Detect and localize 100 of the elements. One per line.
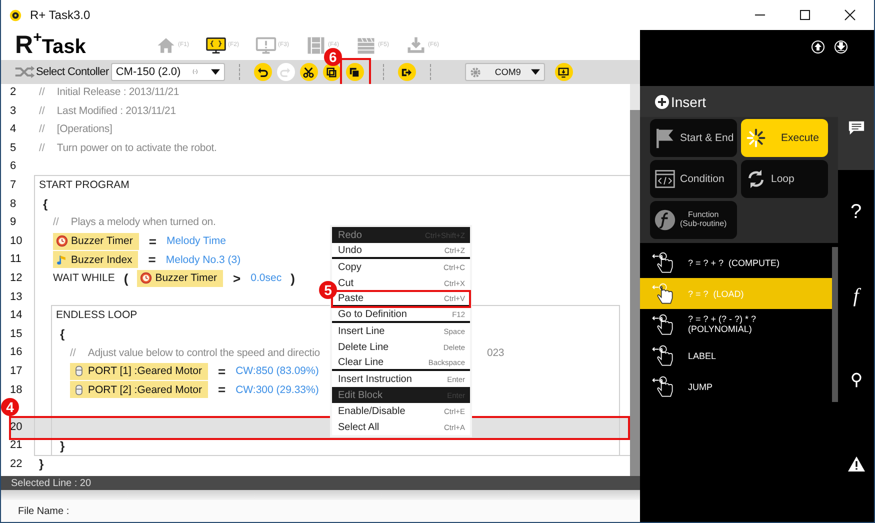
instruction-item[interactable]: ? = ? + ? (COMPUTE) — [640, 247, 832, 278]
timer-icon — [140, 272, 152, 284]
hand-pointer-icon — [652, 312, 674, 338]
comment-marker: // — [53, 216, 59, 228]
category-button[interactable]: Start & End — [650, 119, 737, 157]
brace: } — [39, 457, 44, 472]
music-note-icon — [56, 254, 68, 266]
variable-name: Buzzer Timer — [71, 235, 133, 248]
operator: = — [148, 252, 156, 268]
line-number: 10 — [10, 234, 22, 247]
hand-pointer-icon — [652, 342, 674, 368]
maximize-icon[interactable] — [799, 9, 811, 21]
variable-name: Buzzer Timer — [155, 272, 218, 284]
line-number: 12 — [10, 272, 22, 284]
panel-title: Insert — [671, 94, 706, 110]
port-dropdown[interactable]: COM9 — [464, 63, 545, 81]
operator: = — [148, 234, 156, 249]
block-title[interactable]: ENDLESS LOOP — [56, 309, 138, 322]
line-number: 5 — [10, 142, 16, 154]
function-icon — [654, 209, 676, 231]
line-number: 18 — [10, 384, 22, 396]
variable-chip[interactable]: PORT [2] :Geared Motor — [70, 381, 208, 398]
timer-icon — [56, 235, 68, 248]
variable-chip[interactable]: PORT [1] :Geared Motor — [70, 362, 208, 380]
caret-icon — [210, 69, 220, 75]
monitor-icon — [205, 36, 227, 54]
line-number: 15 — [10, 328, 22, 340]
line-number: 3 — [10, 104, 16, 117]
caret-icon — [530, 69, 540, 75]
comment-text: Initial Release : 2013/11/21 — [56, 86, 180, 98]
comment-text: Adjust value below to control the speed and directio — [88, 346, 320, 359]
spinner-icon — [745, 127, 767, 149]
download-icon[interactable] — [834, 40, 848, 54]
side-tab[interactable] — [838, 86, 874, 170]
monitor-button[interactable] — [554, 63, 573, 81]
monitor-icon — [558, 66, 570, 78]
block-title[interactable]: START PROGRAM — [39, 179, 130, 192]
hand-pointer-icon — [652, 280, 674, 306]
scrollbar[interactable] — [630, 84, 640, 476]
step-badge: 5 — [319, 281, 337, 299]
undo-icon — [257, 66, 268, 78]
line-number: 2 — [10, 86, 16, 98]
film-icon — [305, 36, 327, 54]
line-number: 21 — [10, 439, 22, 452]
category-button[interactable]: Loop — [741, 160, 828, 198]
line-number: 4 — [10, 123, 16, 136]
brace: } — [60, 438, 65, 453]
line-number: 9 — [10, 216, 16, 228]
variable-chip[interactable]: Buzzer Index — [53, 251, 138, 268]
comment-marker: // — [39, 123, 45, 136]
comment-marker: // — [39, 86, 45, 98]
file-name-label: File Name : — [18, 506, 70, 516]
warning-icon — [848, 456, 864, 472]
home-icon — [155, 36, 177, 54]
status-text: Selected Line : 20 — [11, 478, 92, 488]
comment-icon — [848, 120, 864, 136]
variable-chip[interactable]: Buzzer Timer — [137, 270, 224, 287]
instruction-item[interactable]: ? = ? + (? - ?) * ? (POLYNOMIAL) — [640, 309, 832, 340]
undo-button[interactable] — [254, 63, 272, 81]
motor-icon — [73, 384, 85, 396]
hand-pointer-icon — [652, 250, 674, 276]
controller-label: Select Contoller — [36, 66, 109, 78]
parenthesis: ( — [124, 270, 128, 286]
operator: = — [218, 364, 226, 379]
comment-text: 023 — [487, 346, 504, 359]
clapperboard-icon — [355, 36, 377, 54]
variable-chip[interactable]: Buzzer Timer — [53, 232, 139, 250]
category-button[interactable]: Function (Sub-routine) — [650, 201, 737, 239]
download-icon — [405, 36, 427, 54]
shuffle-icon — [14, 65, 36, 79]
category-button[interactable]: Execute — [741, 119, 828, 157]
monitor-icon — [255, 36, 277, 54]
copy-button[interactable] — [322, 63, 341, 81]
category-button[interactable]: Condition — [650, 160, 737, 198]
comment-text: Turn power on to activate the robot. — [56, 142, 217, 154]
side-tab[interactable]: ? — [838, 170, 874, 254]
line-number: 13 — [10, 290, 22, 303]
keyword: WAIT WHILE — [53, 272, 115, 284]
export-icon — [401, 66, 412, 78]
line-number: 11 — [10, 253, 22, 266]
brace: { — [43, 196, 48, 211]
close-icon[interactable] — [844, 9, 856, 21]
logo: R+Task — [15, 32, 87, 58]
instruction-item[interactable]: JUMP — [640, 371, 832, 402]
cut-button[interactable] — [300, 63, 318, 81]
line-number: 22 — [10, 458, 22, 470]
line-number: 17 — [10, 364, 22, 377]
app-icon — [9, 8, 22, 22]
side-tab[interactable]: f — [838, 254, 874, 338]
comment-text: Plays a melody when turned on. — [70, 216, 216, 228]
export-button[interactable] — [398, 63, 416, 81]
comment-marker: // — [39, 104, 45, 117]
comment-text: Last Modified : 2013/11/21 — [56, 104, 176, 117]
upload-icon[interactable] — [811, 40, 825, 54]
gear-icon — [470, 66, 481, 78]
paste-button[interactable] — [346, 63, 364, 81]
instruction-item[interactable]: LABEL — [640, 340, 832, 371]
operator: = — [218, 382, 226, 398]
line-number: 7 — [10, 178, 16, 191]
operator: > — [233, 270, 241, 286]
